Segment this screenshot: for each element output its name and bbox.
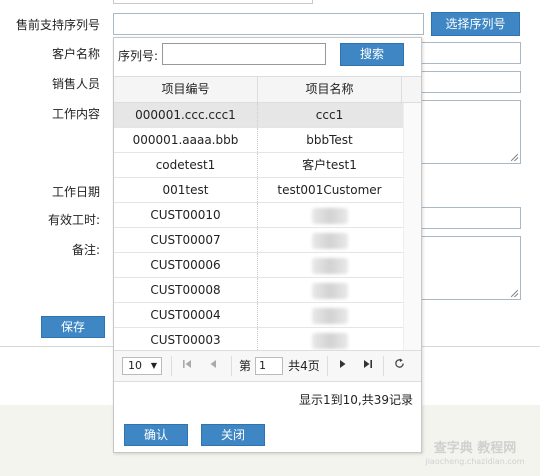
- page-prefix: 第: [238, 359, 251, 373]
- cell-code: codetest1: [114, 153, 258, 177]
- record-summary: 显示1到10,共39记录: [299, 393, 413, 407]
- label-sales: 销售人员: [51, 77, 100, 91]
- chevron-down-icon: ▼: [150, 361, 157, 370]
- pager-separator: [383, 356, 384, 376]
- table-row[interactable]: 000001.aaaa.bbb bbbTest: [114, 128, 421, 153]
- pager-separator: [327, 356, 328, 376]
- redacted-name: [311, 332, 348, 349]
- cell-code: CUST00010: [114, 203, 258, 227]
- serial-input[interactable]: [113, 13, 424, 35]
- redacted-name: [311, 307, 348, 324]
- table-row[interactable]: 001test test001Customer: [114, 178, 421, 203]
- cell-code: CUST00008: [114, 278, 258, 302]
- resize-grip-icon[interactable]: [511, 154, 518, 161]
- cell-name: bbbTest: [306, 133, 353, 147]
- confirm-button[interactable]: 确认: [124, 424, 188, 446]
- cell-code: CUST00007: [114, 228, 258, 252]
- label-remark: 备注:: [71, 243, 100, 257]
- hours-input[interactable]: [418, 207, 521, 229]
- page-size-select[interactable]: 10 ▼: [122, 357, 162, 375]
- watermark-title: 查字典 教程网: [433, 441, 517, 456]
- next-page-icon[interactable]: [334, 357, 352, 375]
- table-row[interactable]: CUST00010: [114, 203, 421, 228]
- cell-name: [258, 228, 401, 252]
- cell-name: [258, 303, 401, 327]
- page-size-value: 10: [128, 359, 142, 372]
- cell-code: 000001.aaaa.bbb: [114, 128, 258, 152]
- redacted-name: [311, 257, 348, 274]
- redacted-name: [311, 282, 348, 299]
- watermark: 查字典 教程网 jiaocheng.chazidian.com: [412, 441, 538, 467]
- label-hours: 有效工时:: [47, 213, 100, 227]
- column-header-name: 项目名称: [258, 77, 402, 102]
- pager-separator: [171, 356, 172, 376]
- label-customer: 客户名称: [51, 47, 100, 61]
- top-input-edge: [113, 0, 313, 4]
- cell-code: CUST00006: [114, 253, 258, 277]
- table-row[interactable]: CUST00004: [114, 303, 421, 328]
- cell-name: [258, 253, 401, 277]
- prev-page-icon[interactable]: [204, 357, 222, 375]
- table-row[interactable]: CUST00008: [114, 278, 421, 303]
- cell-name: ccc1: [315, 108, 344, 122]
- close-button[interactable]: 关闭: [201, 424, 265, 446]
- cell-code: 000001.ccc.ccc1: [114, 103, 258, 127]
- pager-separator: [231, 356, 232, 376]
- serial-picker-dialog: 序列号: 搜索 项目编号 项目名称 000001.ccc.ccc1 ccc1 000…: [113, 37, 422, 453]
- table-row[interactable]: codetest1 客户test1: [114, 153, 421, 178]
- column-header-code: 项目编号: [114, 77, 258, 102]
- table-scrollbar[interactable]: [403, 103, 421, 350]
- search-label: 序列号:: [118, 49, 159, 63]
- save-button[interactable]: 保存: [41, 316, 105, 338]
- last-page-icon[interactable]: [359, 357, 377, 375]
- refresh-icon[interactable]: [390, 357, 408, 375]
- cell-code: CUST00004: [114, 303, 258, 327]
- table-row[interactable]: CUST00006: [114, 253, 421, 278]
- table-row[interactable]: 000001.ccc.ccc1 ccc1: [114, 103, 421, 128]
- resize-grip-icon[interactable]: [511, 290, 518, 297]
- remark-textarea[interactable]: [418, 236, 521, 300]
- cell-name: 客户test1: [302, 158, 357, 172]
- content-textarea[interactable]: [418, 100, 521, 164]
- table-row[interactable]: CUST00007: [114, 228, 421, 253]
- redacted-name: [311, 232, 348, 249]
- first-page-icon[interactable]: [178, 357, 196, 375]
- cell-code: CUST00003: [114, 328, 258, 350]
- pagination-bar: 10 ▼ 第 1 共4页: [114, 350, 421, 382]
- table-row[interactable]: CUST00003: [114, 328, 421, 350]
- search-input[interactable]: [162, 43, 326, 65]
- watermark-url: jiaocheng.chazidian.com: [425, 457, 525, 466]
- page-number-input[interactable]: 1: [255, 357, 283, 375]
- select-serial-button[interactable]: 选择序列号: [431, 12, 520, 36]
- cell-code: 001test: [114, 178, 258, 202]
- label-date: 工作日期: [51, 185, 100, 199]
- page-total: 共4页: [288, 359, 320, 373]
- table-header: 项目编号 项目名称: [114, 77, 421, 103]
- cell-name: [258, 203, 401, 227]
- cell-name: [258, 278, 401, 302]
- label-serial: 售前支持序列号: [15, 18, 100, 32]
- label-content: 工作内容: [51, 107, 100, 121]
- sales-input[interactable]: [418, 71, 521, 93]
- search-button[interactable]: 搜索: [340, 43, 404, 66]
- cell-name: [258, 328, 401, 350]
- redacted-name: [311, 207, 348, 224]
- serial-table: 项目编号 项目名称 000001.ccc.ccc1 ccc1 000001.aaaa…: [114, 76, 421, 350]
- cell-name: test001Customer: [277, 183, 382, 197]
- customer-input[interactable]: [418, 42, 521, 64]
